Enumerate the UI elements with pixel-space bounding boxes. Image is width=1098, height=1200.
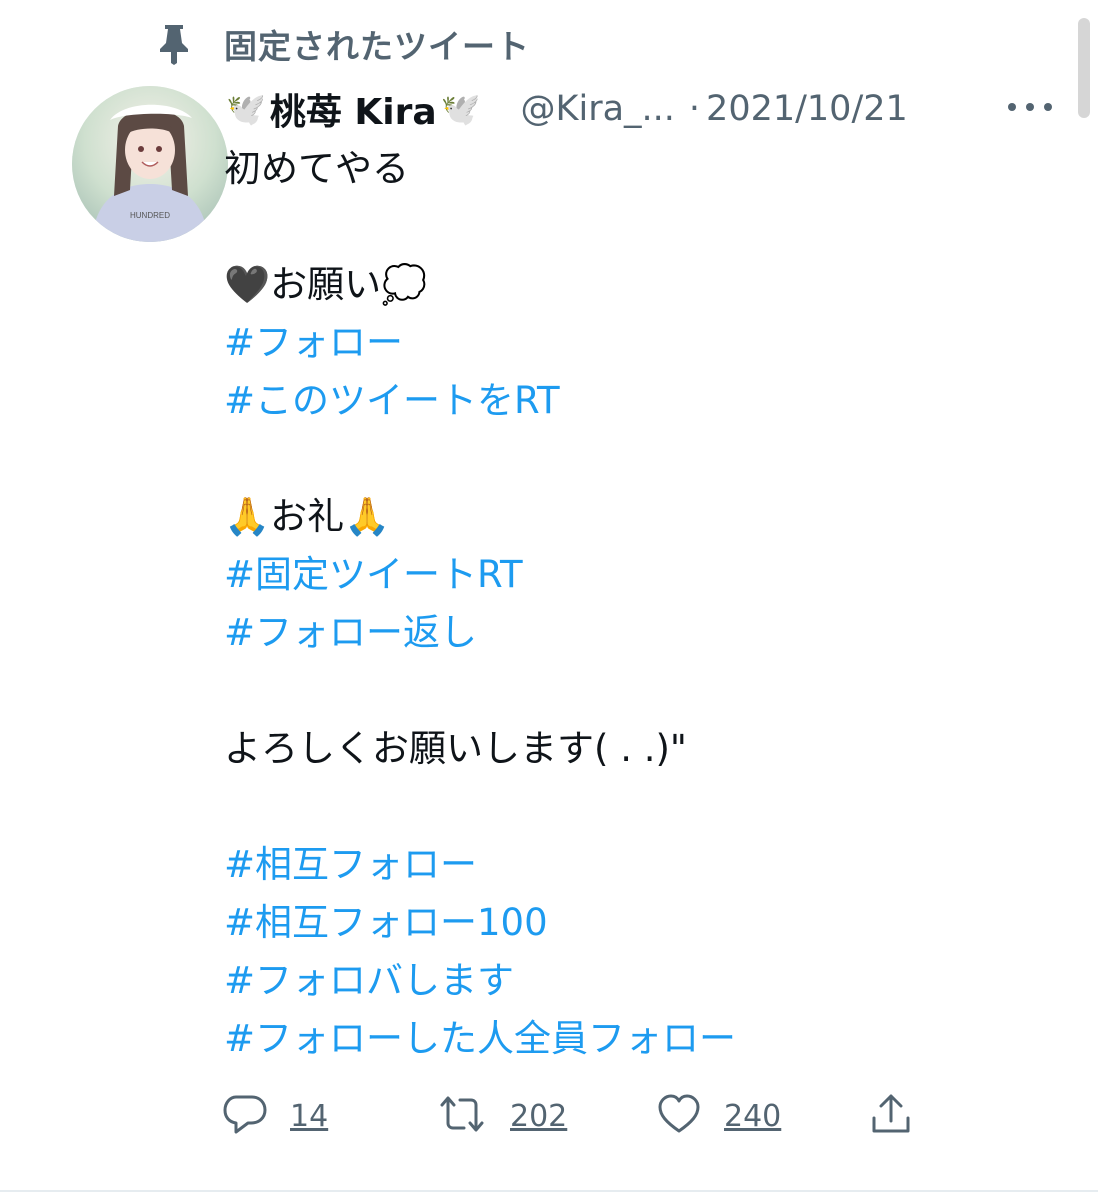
share-icon [868,1091,914,1141]
pinned-indicator: 固定されたツイート [152,22,530,66]
hashtag-link[interactable]: #フォロー [224,314,1064,372]
tweet-actions: 14 202 240 [222,1088,942,1144]
like-count[interactable]: 240 [724,1099,781,1134]
dove-emoji-right: 🕊️ [440,90,481,128]
dove-emoji-left: 🕊️ [226,90,266,128]
tweet-line: 🙏お礼🙏 [224,495,391,538]
avatar[interactable]: HUNDRED [72,86,228,242]
hashtag-link[interactable]: #フォローした人全員フォロー [224,1010,1064,1068]
hashtag-link[interactable]: #このツイートをRT [224,372,1064,430]
tweet-line: 🖤お願い💭 [224,263,428,306]
share-button[interactable] [868,1088,914,1144]
display-name[interactable]: 桃苺 Kira [270,83,437,135]
hashtag-link[interactable]: #固定ツイートRT [224,546,1064,604]
reply-icon [222,1091,268,1141]
tweet-date[interactable]: 2021/10/21 [706,89,908,129]
reply-count[interactable]: 14 [290,1099,328,1134]
separator-dot: · [688,89,701,129]
more-options-icon[interactable] [1008,92,1052,122]
tweet-header: 🕊️ 桃苺 Kira 🕊️ @Kira_... · 2021/10/21 [226,84,908,134]
scrollbar[interactable] [1078,18,1090,118]
pin-icon [152,22,196,66]
hashtag-link[interactable]: #フォロー返し [224,604,1064,662]
user-handle[interactable]: @Kira_... [521,89,675,129]
hashtag-link[interactable]: #相互フォロー [224,836,1064,894]
reply-button[interactable]: 14 [222,1088,328,1144]
tweet-line: 初めてやる [224,147,409,190]
tweet-text: 初めてやる 🖤お願い💭 #フォロー #このツイートをRT 🙏お礼🙏 #固定ツイー… [224,140,1064,1068]
svg-text:HUNDRED: HUNDRED [130,211,170,220]
retweet-count[interactable]: 202 [510,1099,567,1134]
heart-icon [656,1091,702,1141]
divider [0,1190,1098,1192]
like-button[interactable]: 240 [656,1088,781,1144]
hashtag-link[interactable]: #フォロバします [224,952,1064,1010]
tweet-line: よろしくお願いします( . .)" [224,727,687,770]
hashtag-link[interactable]: #相互フォロー100 [224,894,1064,952]
retweet-button[interactable]: 202 [436,1088,567,1144]
pinned-label: 固定されたツイート [224,27,530,66]
retweet-icon [436,1091,488,1141]
